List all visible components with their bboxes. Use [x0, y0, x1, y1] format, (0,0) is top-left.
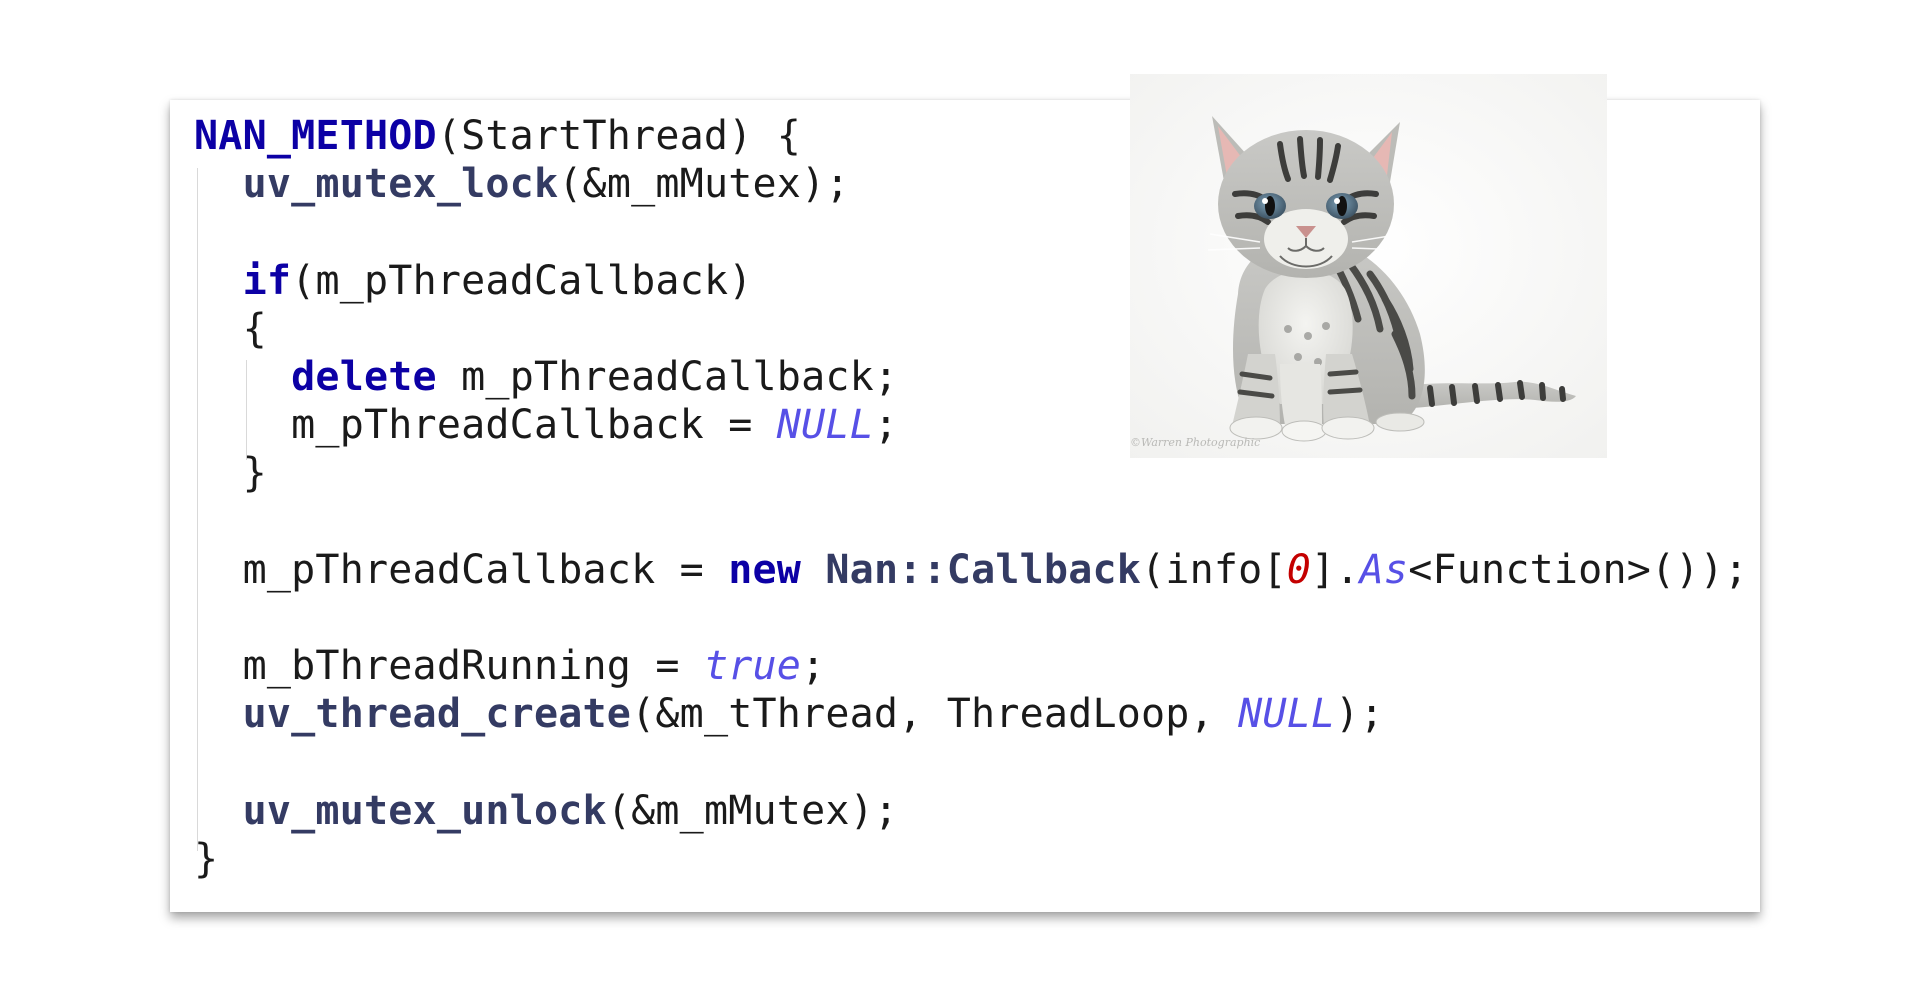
code-token-num: 0: [1286, 546, 1312, 593]
kitten-photo: ©Warren Photographic: [1130, 74, 1607, 458]
code-token: m_bThreadRunning =: [194, 643, 704, 690]
code-token: (info[: [1141, 546, 1287, 593]
code-token-fn: uv_thread_create: [242, 691, 632, 738]
code-token-fn: Nan::Callback: [825, 546, 1142, 593]
code-token: }: [194, 835, 219, 882]
code-token: );: [1335, 691, 1384, 738]
code-token: (&m_tThread, ThreadLoop,: [631, 691, 1239, 738]
code-line: uv_mutex_unlock(&m_mMutex);: [194, 787, 1748, 835]
code-token: m_pThreadCallback =: [194, 546, 729, 593]
code-token: ;: [873, 402, 899, 449]
code-token: }: [194, 450, 267, 497]
photo-watermark: ©Warren Photographic: [1130, 436, 1260, 449]
code-token-const: true: [703, 643, 802, 690]
code-token-fn: uv_mutex_lock: [242, 161, 559, 208]
code-token-fn: uv_mutex_unlock: [242, 787, 607, 834]
code-token: {: [194, 305, 267, 352]
code-token: (&m_mMutex);: [558, 161, 850, 208]
code-token: <Function>());: [1408, 546, 1749, 593]
code-token-kw: new: [728, 546, 802, 593]
code-token-kw: NAN_METHOD: [194, 113, 437, 159]
code-token-tpl: As: [1359, 546, 1409, 593]
code-token-const: NULL: [776, 402, 874, 449]
code-token: ].: [1311, 546, 1360, 593]
code-token-const: NULL: [1238, 691, 1336, 738]
code-line: m_bThreadRunning = true;: [194, 642, 1748, 690]
code-token-kw: if: [242, 257, 292, 304]
code-token: (StartThread) {: [436, 113, 802, 159]
code-line: uv_thread_create(&m_tThread, ThreadLoop,…: [194, 690, 1748, 738]
code-token: (m_pThreadCallback): [291, 257, 753, 304]
code-token: ;: [801, 643, 826, 690]
code-line: }: [194, 835, 1748, 883]
code-token: m_pThreadCallback =: [194, 402, 777, 449]
code-token: (&m_mMutex);: [606, 787, 899, 834]
code-line: m_pThreadCallback = new Nan::Callback(in…: [194, 546, 1748, 594]
code-token-kw: delete: [291, 353, 437, 400]
code-token: m_pThreadCallback;: [436, 353, 899, 400]
